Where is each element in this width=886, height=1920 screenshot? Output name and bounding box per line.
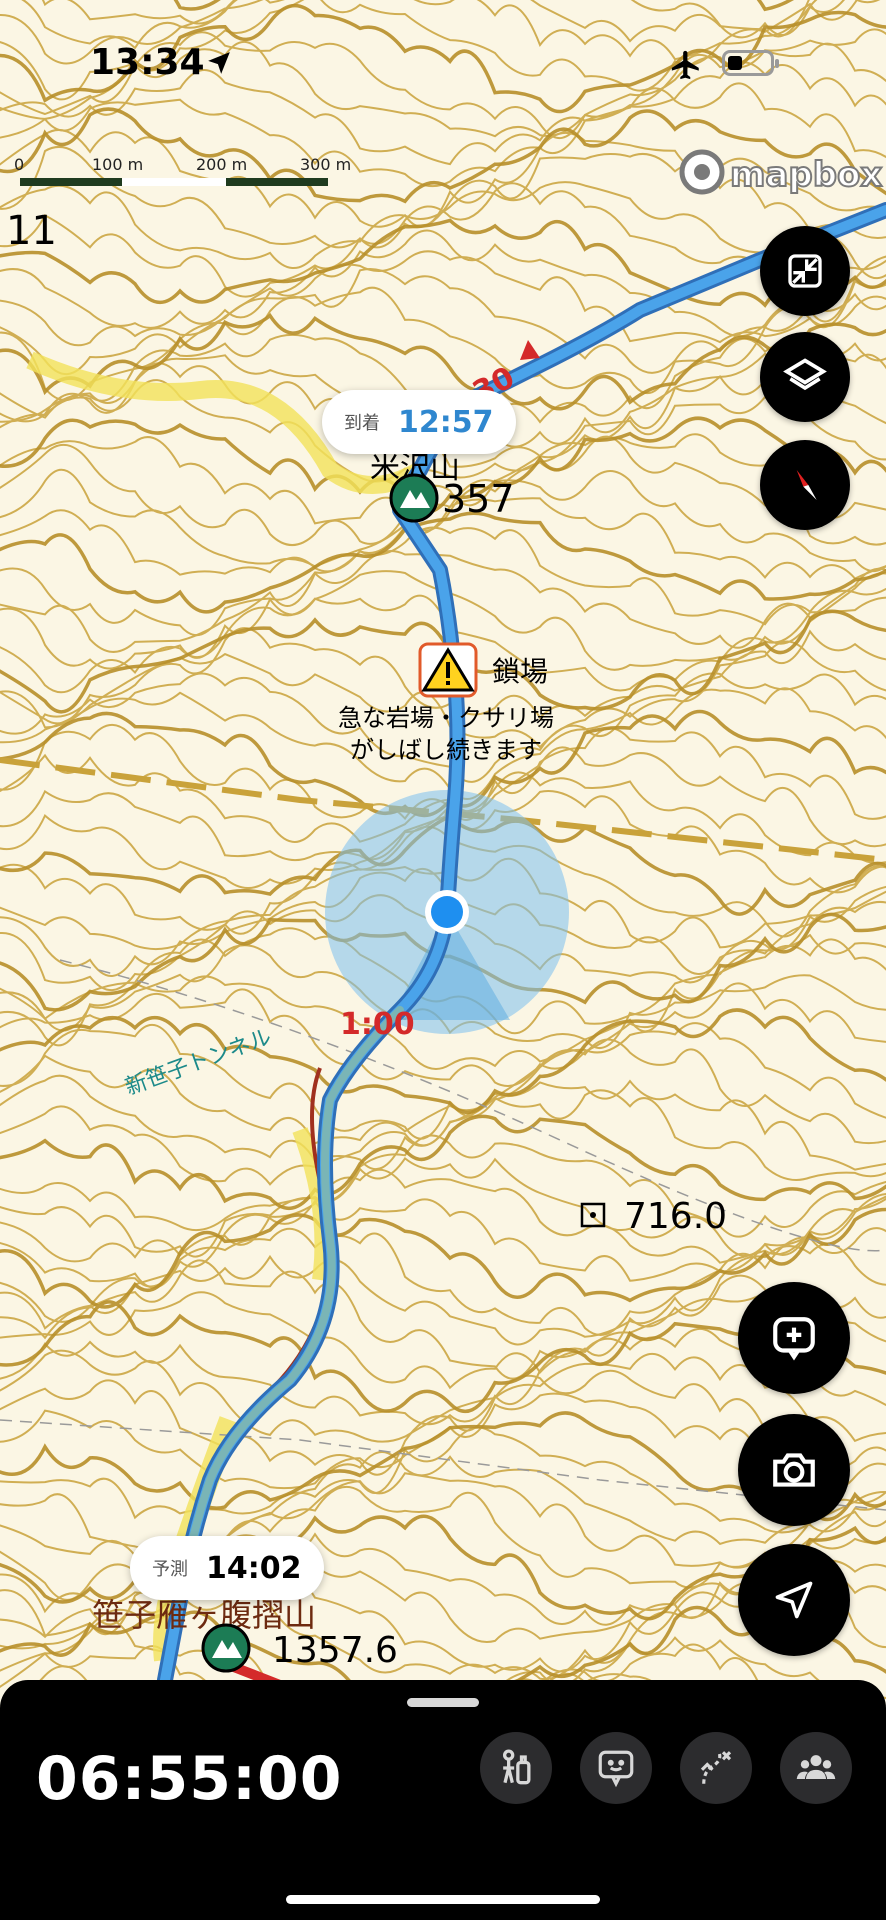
edge-number-label: 11	[6, 208, 57, 254]
location-services-icon	[208, 52, 230, 74]
location-arrow-icon	[775, 1581, 813, 1619]
battery-icon	[722, 50, 779, 76]
arrival-time: 12:57	[398, 404, 494, 440]
route-edit-button[interactable]	[680, 1732, 752, 1804]
scale-label-0: 0	[14, 155, 24, 174]
group-button[interactable]	[780, 1732, 852, 1804]
activity-panel[interactable]: 06:55:00	[0, 1680, 886, 1920]
chat-icon	[598, 1750, 634, 1788]
status-time: 13:34	[90, 42, 205, 83]
home-indicator[interactable]	[286, 1895, 600, 1904]
forecast-time-bubble[interactable]: 予測 14:02	[130, 1536, 324, 1600]
locate-button[interactable]	[738, 1544, 850, 1656]
mapbox-text: mapbox	[730, 155, 882, 195]
compass-button[interactable]	[760, 440, 850, 530]
scale-label-200: 200 m	[196, 155, 247, 174]
scale-label-100: 100 m	[92, 155, 143, 174]
mapbox-logo[interactable]: mapbox	[679, 149, 883, 196]
compass-icon	[796, 470, 817, 500]
benchmark-elev: 716.0	[624, 1196, 727, 1237]
status-bar: 13:34	[0, 0, 886, 130]
airplane-mode-icon	[671, 50, 699, 80]
arrival-label: 到着	[344, 413, 380, 434]
camera-button[interactable]	[738, 1414, 850, 1526]
add-memo-icon	[773, 1317, 815, 1361]
route-time-label-mid: 1:00	[340, 1007, 415, 1042]
forecast-time: 14:02	[206, 1550, 302, 1586]
peak-bottom-name: 笹子雁ヶ腹摺山	[92, 1596, 316, 1634]
fullscreen-exit-icon	[788, 254, 822, 288]
elapsed-time: 06:55:00	[36, 1744, 343, 1814]
fullscreen-exit-button[interactable]	[760, 226, 850, 316]
camera-icon	[773, 1453, 815, 1487]
panel-grab-handle[interactable]	[407, 1698, 479, 1707]
add-memo-button[interactable]	[738, 1282, 850, 1394]
gear-list-icon	[502, 1749, 531, 1785]
gear-list-button[interactable]	[480, 1732, 552, 1804]
chat-button[interactable]	[580, 1732, 652, 1804]
route-edit-icon	[700, 1751, 732, 1784]
layers-icon	[783, 358, 827, 391]
hazard-line2: がしばし続きます	[350, 736, 542, 764]
arrival-time-bubble[interactable]: 到着 12:57	[322, 390, 516, 454]
forecast-label: 予測	[152, 1559, 188, 1580]
layers-button[interactable]	[760, 332, 850, 422]
hazard-line1: 急な岩場・クサリ場	[338, 704, 554, 732]
peak-bottom-elev: 1357.6	[272, 1630, 398, 1671]
hazard-title: 鎖場	[492, 655, 548, 688]
group-icon	[796, 1755, 836, 1779]
scale-label-300: 300 m	[300, 155, 351, 174]
peak-top-elev: 357	[442, 477, 515, 521]
